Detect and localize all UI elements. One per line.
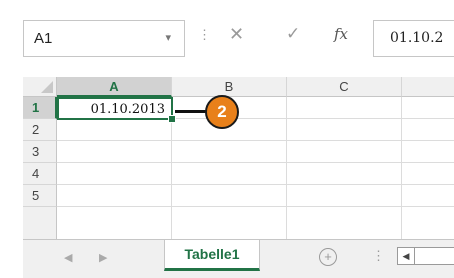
- cell-d4[interactable]: [402, 163, 454, 185]
- column-header-b[interactable]: B: [172, 77, 287, 97]
- name-box[interactable]: A1 ▾: [23, 20, 185, 57]
- cell-d5[interactable]: [402, 185, 454, 207]
- worksheet-grid: A B C 1 2 3 4 5 01.10.2013: [23, 77, 454, 239]
- select-all-button[interactable]: [23, 77, 57, 97]
- tab-splitter-icon[interactable]: ⋮: [372, 248, 385, 264]
- fill-handle[interactable]: [168, 115, 176, 123]
- formula-input-value: 01.10.2: [390, 30, 444, 46]
- previous-sheet-icon[interactable]: ◀: [64, 251, 72, 264]
- add-sheet-icon[interactable]: +: [319, 248, 337, 266]
- row-header-1[interactable]: 1: [23, 97, 57, 119]
- cell-c4[interactable]: [287, 163, 402, 185]
- cell-a5[interactable]: [57, 185, 172, 207]
- cell-c2[interactable]: [287, 119, 402, 141]
- row-header-3[interactable]: 3: [23, 141, 57, 163]
- scroll-left-icon[interactable]: ◀: [397, 247, 415, 265]
- cell-d1[interactable]: [402, 97, 454, 119]
- chevron-down-icon[interactable]: ▾: [165, 31, 171, 44]
- sheet-tab-bar: ◀ ▶ Tabelle1 + ⋮ ◀: [23, 239, 454, 278]
- cell-b4[interactable]: [172, 163, 287, 185]
- sheet-tab-tabelle1[interactable]: Tabelle1: [164, 240, 260, 271]
- cell-b6[interactable]: [172, 207, 287, 239]
- cell-a2[interactable]: [57, 120, 172, 141]
- name-box-value: A1: [34, 30, 53, 47]
- cell-d3[interactable]: [402, 141, 454, 163]
- callout-leader-line: [175, 110, 209, 113]
- excel-window: A1 ▾ ⋮ ✕ ✓ fx 01.10.2 A B C 1 2 3 4 5 01…: [0, 0, 454, 278]
- insert-function-icon[interactable]: fx: [334, 25, 348, 43]
- cell-d2[interactable]: [402, 119, 454, 141]
- cell-c6[interactable]: [287, 207, 402, 239]
- cell-c5[interactable]: [287, 185, 402, 207]
- column-header-c[interactable]: C: [287, 77, 402, 97]
- horizontal-scrollbar[interactable]: [415, 247, 454, 265]
- cell-a1[interactable]: 01.10.2013: [57, 97, 173, 120]
- cell-c3[interactable]: [287, 141, 402, 163]
- cell-b5[interactable]: [172, 185, 287, 207]
- column-header-d[interactable]: [402, 77, 454, 97]
- column-header-a[interactable]: A: [57, 77, 172, 97]
- cancel-icon[interactable]: ✕: [229, 24, 244, 45]
- cell-b3[interactable]: [172, 141, 287, 163]
- formula-input[interactable]: 01.10.2: [373, 20, 454, 57]
- cell-a3[interactable]: [57, 141, 172, 163]
- cell-a4[interactable]: [57, 163, 172, 185]
- cell-c1[interactable]: [287, 97, 402, 119]
- row-header-6[interactable]: [23, 207, 57, 239]
- select-all-triangle-icon: [41, 81, 53, 93]
- callout-badge: 2: [205, 95, 239, 129]
- enter-icon[interactable]: ✓: [286, 24, 300, 44]
- row-header-5[interactable]: 5: [23, 185, 57, 207]
- row-header-4[interactable]: 4: [23, 163, 57, 185]
- row-header-2[interactable]: 2: [23, 119, 57, 141]
- cell-d6[interactable]: [402, 207, 454, 239]
- cell-a6[interactable]: [57, 207, 172, 239]
- formula-bar-grip-icon: ⋮: [198, 27, 211, 42]
- next-sheet-icon[interactable]: ▶: [99, 251, 107, 264]
